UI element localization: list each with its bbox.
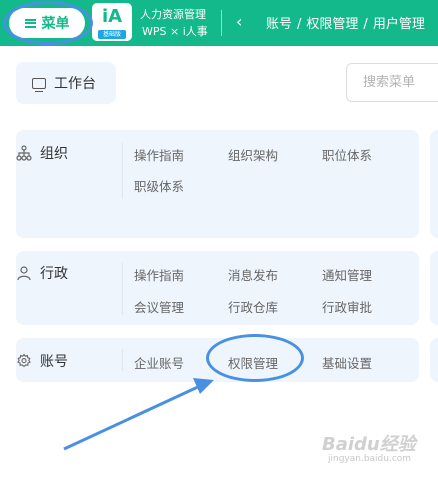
watermark-logo: Baidu经验 — [322, 434, 416, 455]
watermark-url: jingyan.baidu.com — [328, 454, 412, 464]
annotation-arrow-icon — [63, 378, 214, 451]
watermark: Baidu经验 jingyan.baidu.com — [322, 430, 416, 464]
